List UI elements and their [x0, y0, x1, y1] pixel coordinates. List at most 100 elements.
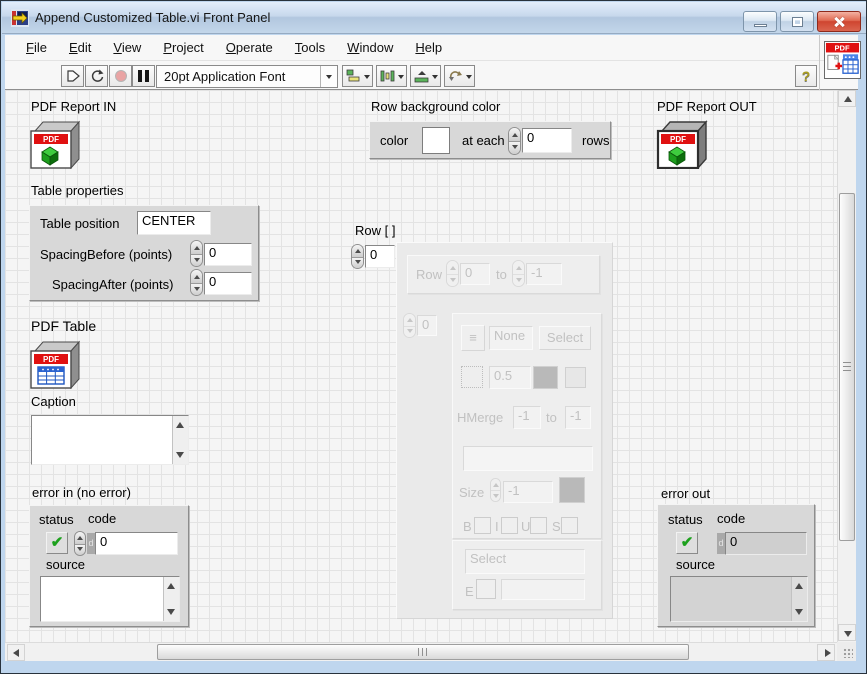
hmerge-to-field: -1 — [565, 406, 591, 429]
row-array-index-field[interactable]: 0 — [365, 245, 395, 268]
status-checkmark-button[interactable]: ✔ — [46, 532, 68, 554]
scroll-up-button[interactable] — [838, 90, 856, 107]
scroll-down-icon — [844, 631, 852, 637]
source-string-indicator — [670, 576, 808, 622]
scroll-left-button[interactable] — [7, 644, 25, 661]
scroll-right-button[interactable] — [817, 644, 835, 661]
source-scrollbar[interactable] — [163, 577, 179, 621]
reorder-icon — [448, 69, 463, 83]
caption-scrollbar[interactable] — [172, 416, 188, 464]
row-to-field: -1 — [526, 263, 562, 285]
chevron-down-icon — [466, 75, 472, 82]
foreground-color-box — [565, 367, 586, 388]
maximize-button[interactable] — [780, 11, 814, 32]
source-string-control[interactable] — [40, 576, 180, 622]
svg-text:PDF: PDF — [43, 355, 59, 364]
table-position-field[interactable]: CENTER — [137, 211, 211, 235]
code-field[interactable]: 0 — [95, 532, 178, 555]
menu-file[interactable]: File — [15, 37, 58, 58]
code-increment-decrement[interactable] — [74, 531, 86, 556]
vertical-scrollbar[interactable] — [837, 90, 856, 642]
row-element-cluster-disabled: Row 0 to -1 0 ≡ None Select 0.5 HMerge -… — [396, 242, 613, 619]
cell-format-subcluster: ≡ None Select 0.5 HMerge -1 to -1 Size -… — [452, 313, 602, 539]
font-name-field — [463, 446, 593, 471]
abort-button[interactable] — [109, 65, 132, 87]
background-color-box — [533, 366, 558, 389]
rows-label: rows — [582, 133, 609, 148]
caption-string-control[interactable] — [31, 415, 189, 465]
at-each-increment-decrement[interactable] — [508, 127, 521, 155]
minimize-button[interactable] — [743, 11, 777, 32]
pdf-report-out-label: PDF Report OUT — [657, 99, 757, 114]
spacing-after-increment-decrement[interactable] — [190, 269, 203, 296]
pdf-report-in-control[interactable]: PDF — [29, 119, 81, 169]
pdf-table-control[interactable]: PDF — [29, 339, 81, 389]
menu-edit[interactable]: Edit — [58, 37, 102, 58]
vi-icon[interactable]: PDF — [824, 41, 861, 79]
menu-project[interactable]: Project — [152, 37, 214, 58]
minimize-icon — [754, 24, 767, 27]
justify-icon: ≡ — [469, 330, 477, 345]
row-array-index-increment-decrement[interactable] — [351, 244, 364, 269]
distribute-objects-button[interactable] — [376, 65, 407, 87]
width-field: 0.5 — [489, 366, 531, 389]
source-label: source — [46, 557, 85, 572]
scroll-down-button[interactable] — [838, 624, 856, 641]
pdf-table-label: PDF Table — [31, 318, 96, 334]
chevron-down-icon — [398, 75, 404, 82]
vertical-scrollbar-thumb[interactable] — [839, 193, 855, 541]
scroll-up-icon[interactable] — [167, 583, 175, 589]
status-checkmark-indicator: ✔ — [676, 532, 698, 554]
pause-button[interactable] — [132, 65, 155, 87]
horizontal-scrollbar-thumb[interactable] — [157, 644, 689, 660]
close-button[interactable] — [817, 11, 861, 32]
source-scrollbar[interactable] — [791, 577, 807, 621]
scroll-down-icon[interactable] — [167, 609, 175, 615]
help-label: ? — [802, 68, 811, 84]
horizontal-scrollbar[interactable] — [5, 642, 837, 661]
align-objects-button[interactable] — [342, 65, 373, 87]
error-out-cluster: status code ✔ d 0 source — [657, 504, 815, 627]
scroll-left-icon — [13, 649, 19, 657]
chevron-down-icon — [432, 75, 438, 82]
error-out-label: error out — [661, 486, 710, 501]
svg-text:PDF: PDF — [43, 135, 59, 144]
scroll-up-icon[interactable] — [795, 583, 803, 589]
scroll-down-icon[interactable] — [176, 452, 184, 458]
scroll-down-icon[interactable] — [795, 609, 803, 615]
svg-text:PDF: PDF — [670, 135, 686, 144]
titlebar[interactable]: Append Customized Table.vi Front Panel — [2, 2, 866, 34]
pause-icon — [138, 70, 149, 82]
resize-grip[interactable] — [837, 642, 856, 661]
spacing-after-field[interactable]: 0 — [204, 272, 252, 295]
e-checkbox — [476, 579, 496, 599]
run-button[interactable] — [61, 65, 84, 87]
caption-buttons — [743, 11, 861, 32]
at-each-field[interactable]: 0 — [522, 128, 572, 153]
align-objects-icon — [346, 69, 361, 83]
color-box[interactable] — [422, 127, 450, 154]
vi-window-icon — [11, 9, 29, 27]
table-properties-cluster: Table position CENTER SpacingBefore (poi… — [29, 205, 259, 301]
pdf-report-out-indicator[interactable]: PDF — [656, 119, 708, 169]
menu-operate[interactable]: Operate — [215, 37, 284, 58]
chevron-down-icon — [364, 75, 370, 82]
spacing-before-field[interactable]: 0 — [204, 243, 252, 266]
spacing-before-increment-decrement[interactable] — [190, 240, 203, 267]
resize-objects-button[interactable] — [410, 65, 441, 87]
menu-help[interactable]: Help — [404, 37, 453, 58]
run-continuously-button[interactable] — [85, 65, 108, 87]
reorder-button[interactable] — [444, 65, 475, 87]
checkmark-icon: ✔ — [51, 534, 64, 551]
text-color-box — [559, 477, 585, 503]
table-properties-label: Table properties — [31, 183, 124, 198]
context-help-button[interactable]: ? — [795, 65, 817, 87]
menu-window[interactable]: Window — [336, 37, 404, 58]
scroll-up-icon[interactable] — [176, 422, 184, 428]
run-icon — [65, 68, 81, 84]
front-panel[interactable]: PDF Report IN PDF Row background color c… — [5, 90, 837, 642]
font-selector[interactable]: 20pt Application Font — [156, 65, 338, 88]
menu-tools[interactable]: Tools — [284, 37, 336, 58]
source-label: source — [676, 557, 715, 572]
menu-view[interactable]: View — [102, 37, 152, 58]
